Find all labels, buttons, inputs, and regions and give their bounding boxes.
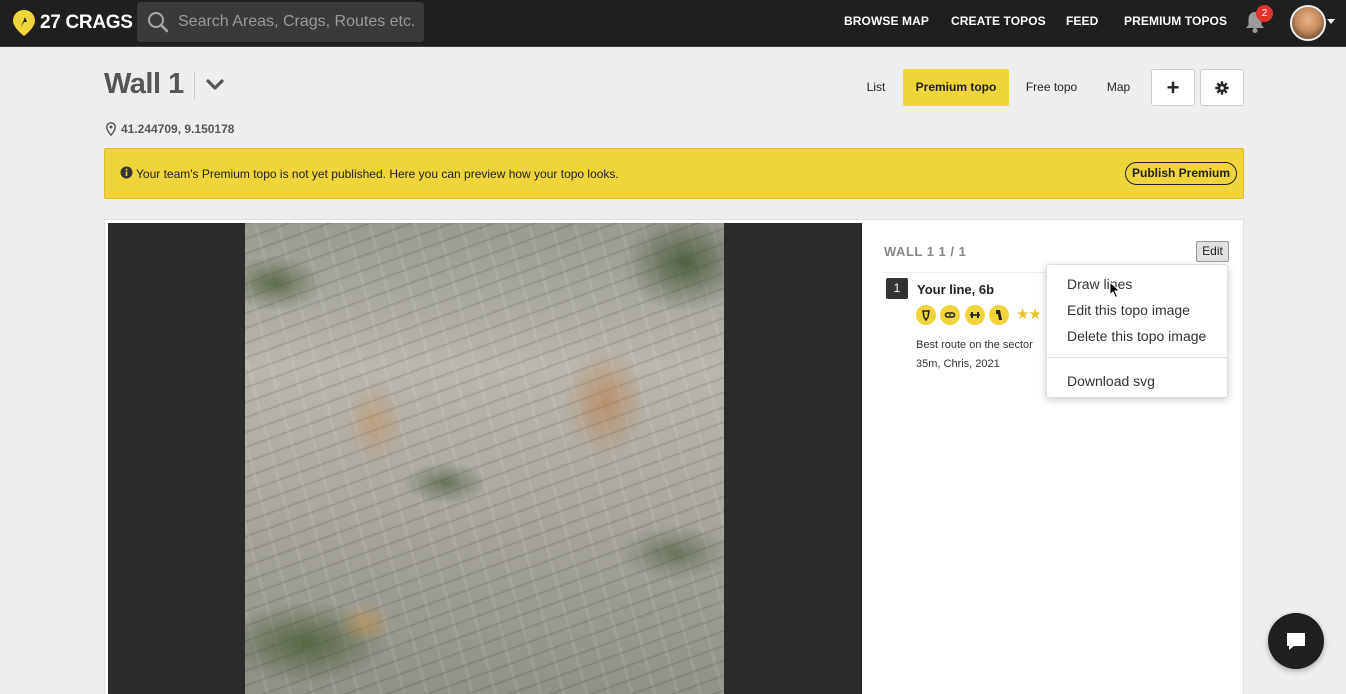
publish-premium-button[interactable]: Publish Premium — [1125, 162, 1238, 185]
gear-icon — [1215, 80, 1229, 95]
user-avatar[interactable] — [1290, 5, 1326, 41]
settings-button[interactable] — [1200, 69, 1244, 106]
route-meta-line: 35m, Chris, 2021 — [916, 358, 1000, 370]
tab-free-topo[interactable]: Free topo — [1017, 69, 1086, 106]
nav-create-topos[interactable]: CREATE TOPOS — [951, 14, 1046, 28]
route-number: 1 — [886, 278, 908, 299]
menu-item-download-svg[interactable]: Download svg — [1067, 373, 1155, 389]
sloper-icon — [940, 305, 960, 325]
route-name[interactable]: Your line, 6b — [917, 282, 994, 297]
logo[interactable]: 27 CRAGS — [12, 8, 133, 38]
tab-map[interactable]: Map — [1096, 69, 1141, 106]
nav-browse-map[interactable]: BROWSE MAP — [844, 14, 929, 28]
info-icon — [120, 166, 133, 179]
chat-button[interactable] — [1268, 613, 1324, 669]
menu-divider — [1047, 357, 1227, 358]
plus-icon: + — [1166, 74, 1180, 100]
notice-text: Your team's Premium topo is not yet publ… — [136, 167, 619, 181]
map-marker-icon — [106, 122, 116, 136]
edit-dropdown-menu: Draw lines Edit this topo image Delete t… — [1046, 264, 1228, 398]
menu-item-edit-topo-image[interactable]: Edit this topo image — [1067, 302, 1190, 318]
notification-badge: 2 — [1256, 5, 1273, 22]
add-button[interactable]: + — [1151, 69, 1195, 106]
route-description-line: Best route on the sector — [916, 339, 1033, 351]
search-icon — [148, 12, 169, 33]
edit-button[interactable]: Edit — [1196, 241, 1229, 262]
endurance-icon — [965, 305, 985, 325]
title-divider — [194, 72, 195, 100]
nav-premium-topos[interactable]: PREMIUM TOPOS — [1124, 14, 1227, 28]
tab-list[interactable]: List — [856, 69, 896, 106]
caret-down-icon[interactable] — [1327, 19, 1335, 24]
nav-feed[interactable]: FEED — [1066, 14, 1098, 28]
technical-icon — [989, 305, 1009, 325]
chevron-down-icon[interactable] — [205, 77, 225, 93]
route-description: Best route on the sector 35m, Chris, 202… — [916, 336, 1033, 374]
page-title: Wall 1 — [104, 68, 184, 100]
brand-name: 27 CRAGS — [40, 12, 133, 33]
menu-item-delete-topo-image[interactable]: Delete this topo image — [1067, 328, 1206, 344]
crimpy-icon — [916, 305, 936, 325]
search-bar[interactable] — [137, 2, 424, 42]
topo-photo[interactable] — [245, 223, 724, 694]
topo-heading: WALL 1 1 / 1 — [884, 244, 967, 259]
top-navbar: 27 CRAGS BROWSE MAP CREATE TOPOS FEED PR… — [0, 0, 1346, 47]
unpublished-notice: Your team's Premium topo is not yet publ… — [104, 148, 1244, 199]
search-input[interactable] — [178, 13, 418, 31]
tab-premium-topo[interactable]: Premium topo — [903, 69, 1009, 106]
menu-item-draw-lines[interactable]: Draw lines — [1067, 276, 1132, 292]
route-rating-stars: ★★ — [1016, 306, 1042, 323]
mouse-cursor-icon — [1109, 281, 1121, 299]
coordinates: 41.244709, 9.150178 — [106, 122, 234, 136]
chat-bubble-icon — [1287, 633, 1305, 650]
coordinates-text: 41.244709, 9.150178 — [121, 122, 235, 136]
location-pin-logo-icon — [13, 10, 35, 36]
topo-image-panel[interactable] — [108, 223, 862, 694]
